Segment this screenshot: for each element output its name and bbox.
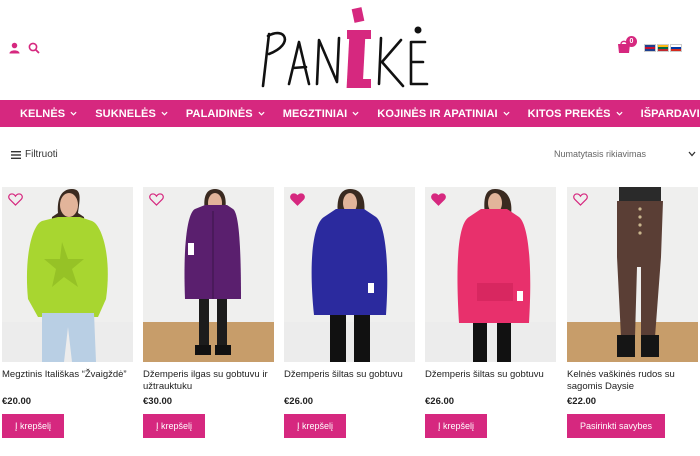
- nav-item-kojines[interactable]: KOJINĖS IR APATINIAI: [377, 107, 510, 120]
- product-image[interactable]: [567, 187, 698, 362]
- product-card: Džemperis ilgas su gobtuvu ir užtrauktuk…: [143, 187, 274, 438]
- language-switcher: [644, 44, 682, 52]
- filter-label: Filtruoti: [25, 149, 58, 160]
- product-name[interactable]: Kelnės vaškinės rudos su sagomis Daysie: [567, 369, 698, 392]
- sort-selected-value: Numatytasis rikiavimas: [554, 149, 647, 159]
- product-name[interactable]: Džemperis ilgas su gobtuvu ir užtrauktuk…: [143, 369, 274, 392]
- nav-item-label: KITOS PREKĖS: [527, 107, 611, 120]
- chevron-down-icon: [616, 111, 623, 116]
- nav-item-label: MEGZTINIAI: [282, 107, 348, 120]
- chevron-down-icon: [70, 111, 77, 116]
- nav-item-label: PALAIDINĖS: [185, 107, 253, 120]
- chevron-down-icon: [352, 111, 359, 116]
- product-name[interactable]: Megztinis Itališkas “Žvaigždė”: [2, 369, 133, 392]
- add-to-cart-button[interactable]: Į krepšelį: [425, 414, 488, 438]
- chevron-down-icon: [258, 111, 265, 116]
- nav-item-label: KELNĖS: [20, 107, 66, 120]
- chevron-down-icon: [503, 111, 510, 116]
- search-icon[interactable]: [28, 42, 40, 54]
- product-card: Kelnės vaškinės rudos su sagomis Daysie …: [567, 187, 698, 438]
- product-price: €20.00: [2, 396, 32, 407]
- ru-flag-icon[interactable]: [670, 44, 682, 52]
- product-image[interactable]: [284, 187, 415, 362]
- nav-item-megztiniai[interactable]: MEGZTINIAI: [283, 108, 360, 120]
- product-image[interactable]: [143, 187, 274, 362]
- panike-logo[interactable]: [255, 4, 435, 94]
- heart-icon[interactable]: [290, 193, 305, 206]
- product-price: €30.00: [143, 396, 173, 407]
- nav-item-label: IŠPARDAVIMAS: [640, 107, 700, 120]
- menu-icon: [11, 150, 21, 159]
- nav-item-ispardavimas[interactable]: IŠPARDAVIMAS: [641, 108, 700, 120]
- heart-icon[interactable]: [8, 193, 23, 206]
- nav-item-sukneles[interactable]: SUKNELĖS: [95, 108, 168, 120]
- product-card: Megztinis Itališkas “Žvaigždė” €20.00 Į …: [2, 187, 133, 438]
- chevron-down-icon: [161, 111, 168, 116]
- lt-flag-icon[interactable]: [657, 44, 669, 52]
- user-icon[interactable]: [9, 42, 20, 54]
- nav-item-palaidines[interactable]: PALAIDINĖS: [186, 108, 265, 120]
- product-image[interactable]: [2, 187, 133, 362]
- product-name[interactable]: Džemperis šiltas su gobtuvu: [284, 369, 415, 392]
- product-price: €22.00: [567, 396, 597, 407]
- sort-select[interactable]: Numatytasis rikiavimas: [554, 149, 696, 159]
- select-options-button[interactable]: Pasirinkti savybes: [567, 414, 666, 438]
- add-to-cart-button[interactable]: Į krepšelį: [284, 414, 347, 438]
- product-card: Džemperis šiltas su gobtuvu €26.00 Į kre…: [284, 187, 415, 438]
- nav-item-kitos-prekes[interactable]: KITOS PREKĖS: [528, 108, 623, 120]
- heart-icon[interactable]: [431, 193, 446, 206]
- filter-button[interactable]: Filtruoti: [11, 149, 58, 160]
- nav-item-kelnes[interactable]: KELNĖS: [20, 108, 77, 120]
- product-price: €26.00: [284, 396, 314, 407]
- heart-icon[interactable]: [149, 193, 164, 206]
- nav-item-label: SUKNELĖS: [95, 107, 156, 120]
- add-to-cart-button[interactable]: Į krepšelį: [2, 414, 65, 438]
- chevron-down-icon: [688, 151, 696, 157]
- product-card: Džemperis šiltas su gobtuvu €26.00 Į kre…: [425, 187, 556, 438]
- product-image[interactable]: [425, 187, 556, 362]
- main-navigation: KELNĖS SUKNELĖS PALAIDINĖS MEGZTINIAI KO…: [0, 100, 700, 127]
- product-price: €26.00: [425, 396, 455, 407]
- product-name[interactable]: Džemperis šiltas su gobtuvu: [425, 369, 556, 392]
- site-header: 0: [0, 0, 700, 100]
- add-to-cart-button[interactable]: Į krepšelį: [143, 414, 206, 438]
- uk-flag-icon[interactable]: [644, 44, 656, 52]
- nav-item-label: KOJINĖS IR APATINIAI: [377, 107, 498, 120]
- heart-icon[interactable]: [573, 193, 588, 206]
- cart-count-badge: 0: [626, 36, 637, 47]
